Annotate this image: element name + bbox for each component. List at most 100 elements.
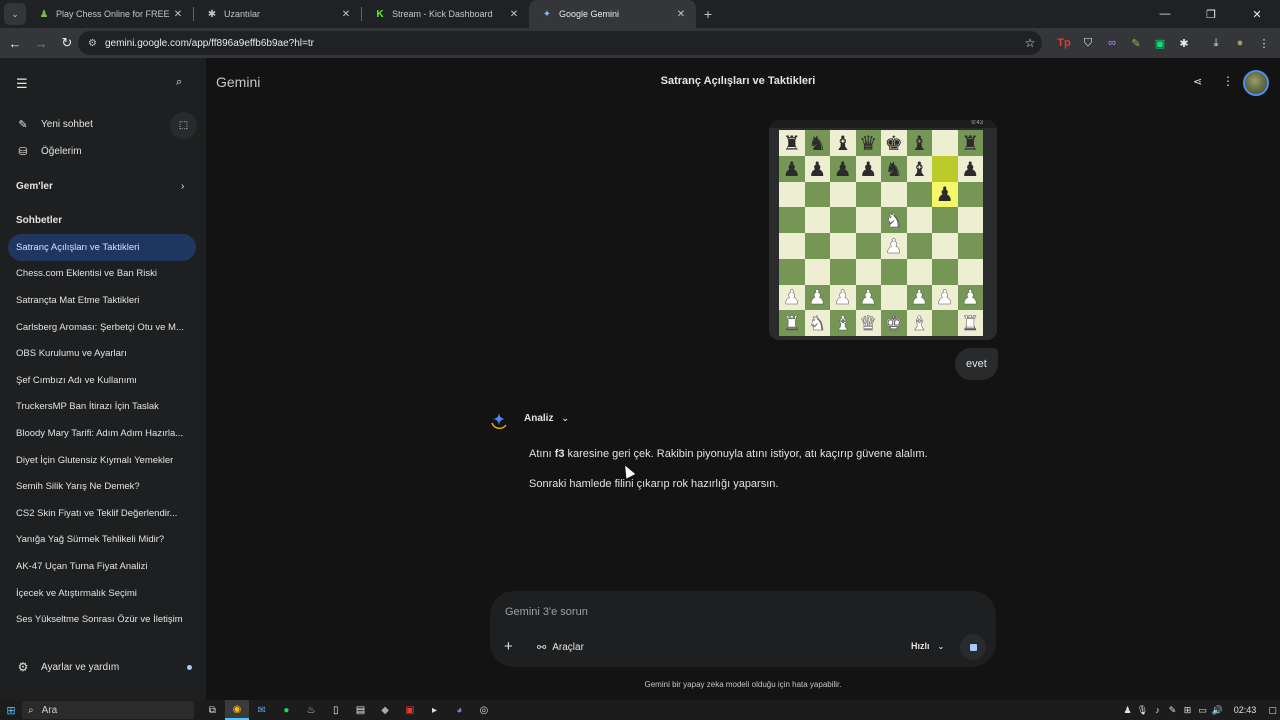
chat-item[interactable]: Chess.com Eklentisi ve Ban Riski	[8, 261, 196, 288]
my-stuff-button[interactable]: ⛁ Öğelerim	[16, 145, 81, 158]
extension-green-icon[interactable]: ▣	[1148, 32, 1172, 54]
black-piece-icon: ♜	[782, 130, 801, 155]
prompt-input[interactable]	[505, 603, 975, 621]
forward-icon[interactable]: →	[30, 32, 52, 54]
network-icon[interactable]: ▭	[1195, 705, 1210, 716]
close-icon[interactable]: ✕	[339, 9, 353, 20]
bookmark-star-icon[interactable]: ☆	[1018, 36, 1042, 50]
tools-label: Araçlar	[552, 642, 584, 653]
task-view-icon[interactable]: ⧉	[200, 700, 225, 720]
tray-icon[interactable]: ✎	[1165, 705, 1180, 716]
back-icon[interactable]: ←	[4, 32, 26, 54]
url-text[interactable]: gemini.google.com/app/ff896a9effb6b9ae?h…	[105, 38, 1018, 49]
reload-icon[interactable]: ↻	[56, 32, 78, 54]
profile-icon[interactable]: ●	[1228, 32, 1252, 54]
browser-tab-gemini[interactable]: ✦ Google Gemini ✕	[529, 0, 696, 28]
restore-icon[interactable]: ❐	[1188, 0, 1234, 28]
search-icon[interactable]: ⌕	[176, 76, 182, 89]
chat-item[interactable]: İçecek ve Atıştırmalık Seçimi	[8, 580, 196, 607]
puzzle-icon[interactable]: ✱	[1172, 32, 1196, 54]
volume-icon[interactable]: 🔊	[1210, 705, 1225, 716]
tray-icon[interactable]: ♟	[1120, 705, 1135, 716]
notifications-icon[interactable]: ▢	[1265, 705, 1280, 716]
spotify-icon[interactable]: ●	[274, 700, 299, 720]
chat-item[interactable]: Yanığa Yağ Sürmek Tehlikeli Midir?	[8, 527, 196, 554]
chat-item[interactable]: CS2 Skin Fiyatı ve Teklif Değerlendir...	[8, 500, 196, 527]
chat-item-label: Şef Cımbızı Adı ve Kullanımı	[16, 374, 137, 386]
board-square-c1: ♝	[830, 310, 856, 336]
steam-icon[interactable]: ♨	[299, 700, 324, 720]
taskbar-search[interactable]: ⌕ Ara	[22, 701, 194, 719]
share-icon[interactable]: ⋖	[1193, 75, 1202, 88]
discord-icon[interactable]: ◕	[447, 700, 472, 720]
volume-icon[interactable]: ♪	[1150, 705, 1165, 715]
tools-button[interactable]: ⚯ Araçlar	[537, 641, 584, 654]
close-icon[interactable]: ✕	[674, 9, 688, 20]
reply-bold-square: f3	[554, 448, 565, 460]
temporary-chat-icon[interactable]: ⬚	[170, 112, 197, 139]
browser-menu-icon[interactable]: ⋮	[1252, 32, 1276, 54]
new-tab-button[interactable]: +	[696, 6, 720, 22]
taskbar-clock[interactable]: 02:43	[1225, 705, 1265, 715]
board-square-e6	[881, 181, 907, 208]
close-icon[interactable]: ✕	[507, 9, 521, 20]
windows-start-icon[interactable]: ⊞	[0, 704, 22, 717]
chat-item[interactable]: Semih Silik Yarış Ne Demek?	[8, 473, 196, 500]
browser-tab-extensions[interactable]: ✱ Uzantılar ✕	[194, 0, 361, 28]
obs-icon[interactable]: ◎	[472, 700, 497, 720]
model-label-button[interactable]: Analiz ⌄	[524, 413, 569, 424]
microphone-icon[interactable]: 🎙	[1135, 705, 1150, 716]
chat-item-label: Ses Yükseltme Sonrası Özür ve İletişim	[16, 614, 183, 626]
chat-item[interactable]: Ses Yükseltme Sonrası Özür ve İletişim	[8, 606, 196, 633]
chat-item[interactable]: Şef Cımbızı Adı ve Kullanımı	[8, 367, 196, 394]
site-info-icon[interactable]: ⚙	[88, 38, 97, 49]
tray-icon[interactable]: ⊞	[1180, 705, 1195, 716]
terminal-icon[interactable]: ▸	[422, 700, 447, 720]
outlook-icon[interactable]: ✉	[249, 700, 274, 720]
hamburger-menu-icon[interactable]: ☰	[16, 76, 28, 92]
extension-purple-icon[interactable]: ∞	[1100, 32, 1124, 54]
mode-selector[interactable]: Hızlı ⌄	[911, 641, 944, 651]
chat-item[interactable]: Satrançta Mat Etme Taktikleri	[8, 287, 196, 314]
browser-tab-chess[interactable]: ♟ Play Chess Online for FREE - 2 Play ✕	[26, 0, 193, 28]
chat-item-active[interactable]: Satranç Açılışları ve Taktikleri	[8, 234, 196, 261]
black-piece-icon: ♛	[859, 130, 878, 155]
close-window-icon[interactable]: ✕	[1234, 0, 1280, 28]
chrome-icon[interactable]: ◉	[224, 700, 250, 720]
search-icon: ⌕	[28, 704, 34, 716]
chevron-right-icon[interactable]: ›	[181, 181, 184, 192]
stop-button[interactable]	[960, 634, 986, 660]
download-icon[interactable]: ⤓	[1204, 32, 1228, 54]
extension-red-icon[interactable]: Tp	[1052, 32, 1076, 54]
chat-item[interactable]: AK-47 Uçan Turna Fiyat Analizi	[8, 553, 196, 580]
tools-icon: ⚯	[537, 642, 547, 654]
chat-item[interactable]: Carlsberg Aroması: Şerbetçi Otu ve M...	[8, 314, 196, 341]
chat-item[interactable]: Bloody Mary Tarifi: Adım Adım Hazırla...	[8, 420, 196, 447]
address-bar[interactable]: ⚙ gemini.google.com/app/ff896a9effb6b9ae…	[78, 31, 1042, 55]
settings-and-help-button[interactable]: ⚙ Ayarlar ve yardım	[16, 660, 192, 674]
black-piece-icon: ♟	[833, 156, 852, 181]
add-attachment-icon[interactable]: +	[504, 638, 513, 655]
uploaded-chess-image[interactable]: 9:43 ♜ ♞ ♝ ♛ ♚ ♝ ♜ ♟ ♟ ♟ ♟ ♞ ♝ ♟ ♟ ♞ ♟ ♟ ♟ ♟ ♟ ♟ ♟ ♟ ♜ ♞ ♝ ♛ ♚ ♝ ♜	[769, 120, 997, 340]
chat-item[interactable]: OBS Kurulumu ve Ayarları	[8, 340, 196, 367]
white-piece-icon: ♞	[808, 311, 827, 336]
gems-header[interactable]: Gem'ler	[16, 181, 53, 192]
browser-tab-kick[interactable]: K Stream - Kick Dashboard ✕	[362, 0, 529, 28]
new-chat-button[interactable]: ✎ Yeni sohbet	[16, 118, 93, 131]
game-app-icon[interactable]: ▣	[398, 700, 423, 720]
notes-icon[interactable]: ▤	[348, 700, 373, 720]
board-square-d3	[855, 258, 881, 285]
minimize-icon[interactable]: —	[1142, 0, 1188, 28]
shield-icon[interactable]: ⛉	[1076, 32, 1100, 54]
model-reply: Atını f3 karesine geri çek. Rakibin piyo…	[529, 447, 1049, 507]
chat-item[interactable]: TruckersMP Ban İtirazı İçin Taslak	[8, 394, 196, 421]
close-icon[interactable]: ✕	[171, 9, 185, 20]
avatar[interactable]	[1243, 70, 1269, 96]
tab-search-icon[interactable]: ⌄	[4, 3, 26, 25]
file-icon[interactable]: ▯	[323, 700, 348, 720]
mode-label: Hızlı	[911, 641, 930, 651]
extension-leaf-icon[interactable]: ✎	[1124, 32, 1148, 54]
chat-item[interactable]: Diyet İçin Glutensiz Kıymalı Yemekler	[8, 447, 196, 474]
more-options-icon[interactable]: ⋮	[1222, 74, 1234, 88]
app-icon[interactable]: ◆	[373, 700, 398, 720]
